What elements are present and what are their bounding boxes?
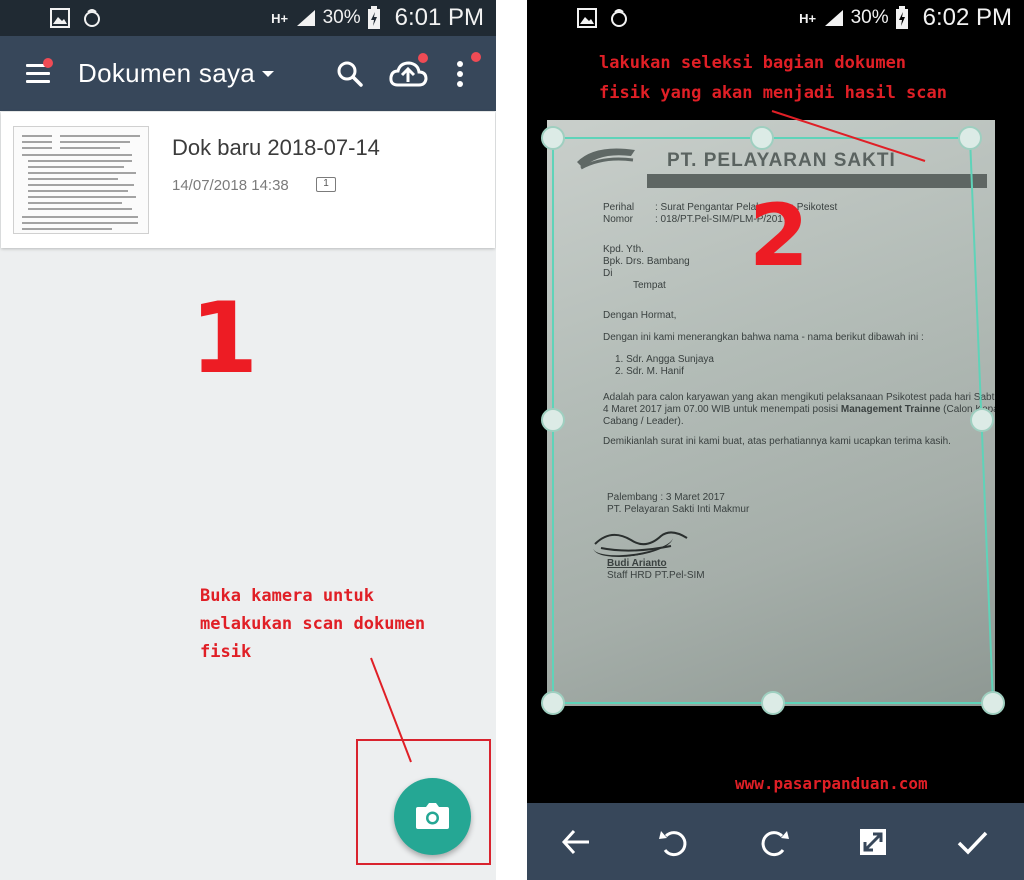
letter-body-line: Adalah para calon karyawan yang akan men… xyxy=(603,392,995,403)
annotation-line: Buka kamera untuk xyxy=(200,586,374,606)
site-watermark: www.pasarpanduan.com xyxy=(735,774,928,793)
camera-fab-button[interactable] xyxy=(394,778,471,855)
battery-charging-icon xyxy=(367,6,380,29)
status-bar: H+ 30% 6:02 PM xyxy=(527,0,1024,36)
crop-handle-bottom-right[interactable] xyxy=(981,691,1005,715)
crop-handle-top[interactable] xyxy=(750,126,774,150)
recipient-line: Bpk. Drs. Bambang xyxy=(603,256,690,267)
clock: 6:02 PM xyxy=(922,4,1012,31)
rotate-left-button[interactable] xyxy=(657,825,691,859)
gallery-notification-icon xyxy=(577,8,597,28)
recipient-line: Di xyxy=(603,268,613,279)
letter-address-strip xyxy=(647,174,987,188)
crop-handle-bottom-left[interactable] xyxy=(541,691,565,715)
letter-closing: Demikianlah surat ini kami buat, atas pe… xyxy=(603,436,951,447)
back-arrow-icon xyxy=(561,829,589,855)
annotation-line: lakukan seleksi bagian dokumen xyxy=(599,53,907,73)
page-count-badge: 1 xyxy=(316,177,336,192)
document-name[interactable]: Dok baru 2018-07-14 xyxy=(172,135,380,161)
document-date: 14/07/2018 14:38 xyxy=(172,177,289,194)
candidate-name: 2. Sdr. M. Hanif xyxy=(615,366,684,377)
menu-button[interactable] xyxy=(24,58,53,85)
cloud-badge-dot xyxy=(418,53,428,63)
expand-icon xyxy=(860,829,886,855)
battery-charging-icon xyxy=(895,6,908,29)
battery-percent: 30% xyxy=(322,7,361,28)
letter-body-bold: Management Trainne xyxy=(840,404,941,415)
battery-percent: 30% xyxy=(850,7,889,28)
crop-handle-left[interactable] xyxy=(541,408,565,432)
app-notification-icon xyxy=(84,9,100,27)
search-button[interactable] xyxy=(332,56,368,92)
status-bar: H+ 30% 6:01 PM xyxy=(0,0,496,36)
crop-handle-top-left[interactable] xyxy=(541,126,565,150)
search-icon xyxy=(337,61,363,87)
app-bar: Dokumen saya xyxy=(0,36,496,111)
clock: 6:01 PM xyxy=(394,4,484,31)
letter-company: PT. Pelayaran Sakti Inti Makmur xyxy=(607,504,750,515)
step-number-2: 2 xyxy=(749,186,809,286)
crop-handle-right[interactable] xyxy=(970,408,994,432)
camera-preview: PT. PELAYARAN SAKTI Perihal : Surat Peng… xyxy=(527,36,1024,803)
annotation-line: fisik xyxy=(200,642,252,662)
letter-header: PT. PELAYARAN SAKTI xyxy=(667,150,896,171)
letter-greeting: Dengan Hormat, xyxy=(603,310,677,321)
camera-annotation: Buka kamera untuk melakukan scan dokumen… xyxy=(200,582,496,666)
annotation-line: fisik yang akan menjadi hasil scan xyxy=(599,83,947,103)
signature-scribble xyxy=(594,531,688,552)
cloud-upload-button[interactable] xyxy=(388,53,432,92)
expand-button[interactable] xyxy=(856,825,890,859)
crop-toolbar xyxy=(527,803,1024,880)
right-screen: H+ 30% 6:02 PM PT. PELAYARAN SAKTI Perih… xyxy=(527,0,1024,880)
rotate-right-button[interactable] xyxy=(757,825,791,859)
nomor-label: Nomor xyxy=(603,214,634,225)
more-badge-dot xyxy=(471,52,481,62)
recipient-line: Kpd. Yth. xyxy=(603,244,644,255)
letter-body-line: 4 Maret 2017 jam 07.00 WIB untuk menempa… xyxy=(603,404,995,415)
candidate-name: 1. Sdr. Angga Sunjaya xyxy=(615,354,714,365)
step-number-1: 1 xyxy=(190,282,259,396)
company-logo xyxy=(577,148,635,170)
gallery-notification-icon xyxy=(50,8,70,28)
camera-icon xyxy=(416,803,449,829)
back-button[interactable] xyxy=(559,825,593,859)
signer-title: Staff HRD PT.Pel-SIM xyxy=(607,570,705,581)
rotate-left-icon xyxy=(659,831,687,857)
check-icon xyxy=(957,831,988,855)
confirm-button[interactable] xyxy=(955,825,989,859)
letter-body-text: 4 Maret 2017 jam 07.00 WIB untuk menempa… xyxy=(603,404,839,415)
crop-annotation: lakukan seleksi bagian dokumen fisik yan… xyxy=(599,48,1019,108)
signal-icon xyxy=(296,10,315,26)
app-notification-icon xyxy=(611,9,627,27)
perihal-label: Perihal xyxy=(603,202,635,213)
caret-down-icon[interactable] xyxy=(262,71,274,77)
annotation-line: melakukan scan dokumen xyxy=(200,614,426,634)
letter-intro: Dengan ini kami menerangkan bahwa nama -… xyxy=(603,332,924,343)
perihal-value: : Surat Pengantar Pelaksanaan Psikotest xyxy=(655,202,838,213)
letter-body-line: Cabang / Leader). xyxy=(603,416,684,427)
network-type: H+ xyxy=(799,10,817,26)
crop-handle-bottom[interactable] xyxy=(761,691,785,715)
recipient-line: Tempat xyxy=(633,280,666,291)
signer-name: Budi Arianto xyxy=(607,558,667,569)
menu-badge-dot xyxy=(43,58,53,68)
network-type: H+ xyxy=(271,10,289,26)
page-title[interactable]: Dokumen saya xyxy=(78,58,255,89)
left-screen: H+ 30% 6:01 PM Dokumen saya Dok baru 201… xyxy=(0,0,496,880)
more-vert-icon xyxy=(457,61,463,87)
document-thumbnail[interactable] xyxy=(13,126,149,234)
letter-place-date: Palembang : 3 Maret 2017 xyxy=(607,492,725,503)
rotate-right-icon xyxy=(761,831,789,857)
crop-handle-top-right[interactable] xyxy=(958,126,982,150)
signal-icon xyxy=(824,10,843,26)
more-options-button[interactable] xyxy=(446,52,481,92)
